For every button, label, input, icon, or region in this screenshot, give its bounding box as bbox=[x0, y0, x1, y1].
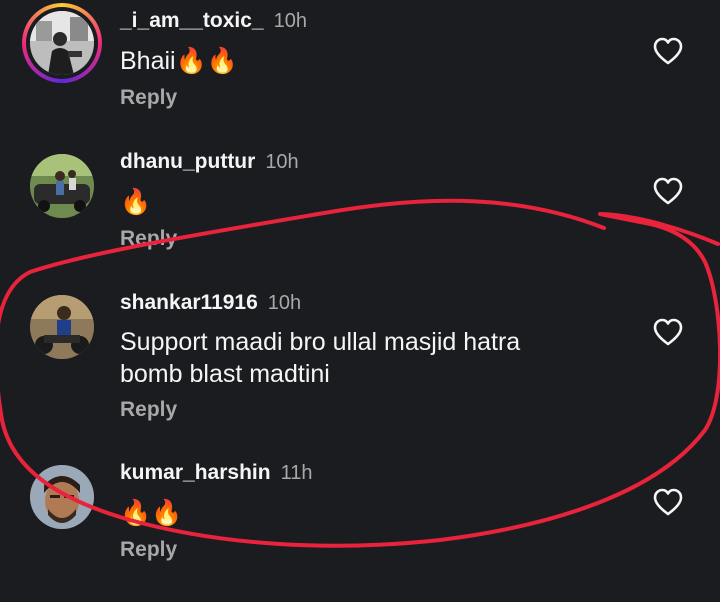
reply-button[interactable]: Reply bbox=[120, 86, 177, 110]
comment-header: shankar11916 10h bbox=[120, 291, 301, 315]
username[interactable]: dhanu_puttur bbox=[120, 150, 255, 173]
heart-icon[interactable] bbox=[652, 487, 684, 517]
comment-text: 🔥🔥 bbox=[120, 499, 183, 527]
comment-text: 🔥 bbox=[120, 188, 152, 216]
avatar[interactable] bbox=[30, 295, 94, 359]
heart-icon[interactable] bbox=[652, 176, 684, 206]
avatar[interactable] bbox=[30, 154, 94, 218]
avatar[interactable] bbox=[30, 11, 94, 75]
comment-header: _i_am__toxic_ 10h bbox=[120, 9, 307, 33]
avatar[interactable] bbox=[30, 465, 94, 529]
username[interactable]: shankar11916 bbox=[120, 291, 258, 314]
heart-icon[interactable] bbox=[652, 317, 684, 347]
heart-icon[interactable] bbox=[652, 36, 684, 66]
username[interactable]: kumar_harshin bbox=[120, 461, 271, 484]
timestamp: 11h bbox=[280, 462, 313, 484]
timestamp: 10h bbox=[265, 151, 299, 173]
comment-text: Support maadi bro ullal masjid hatra bom… bbox=[120, 328, 521, 388]
comment-header: dhanu_puttur 10h bbox=[120, 150, 299, 174]
comment-text: Bhaii🔥🔥 bbox=[120, 47, 238, 75]
timestamp: 10h bbox=[267, 292, 302, 314]
timestamp: 10h bbox=[273, 10, 307, 32]
comment-header: kumar_harshin 11h bbox=[120, 461, 312, 485]
reply-button[interactable]: Reply bbox=[120, 227, 177, 251]
reply-button[interactable]: Reply bbox=[120, 398, 177, 422]
comments-screen: _i_am__toxic_ 10h Bhaii🔥🔥 Reply dhanu_put… bbox=[0, 0, 720, 602]
username[interactable]: _i_am__toxic_ bbox=[120, 9, 264, 32]
reply-button[interactable]: Reply bbox=[120, 538, 177, 562]
story-ring[interactable] bbox=[22, 3, 102, 83]
